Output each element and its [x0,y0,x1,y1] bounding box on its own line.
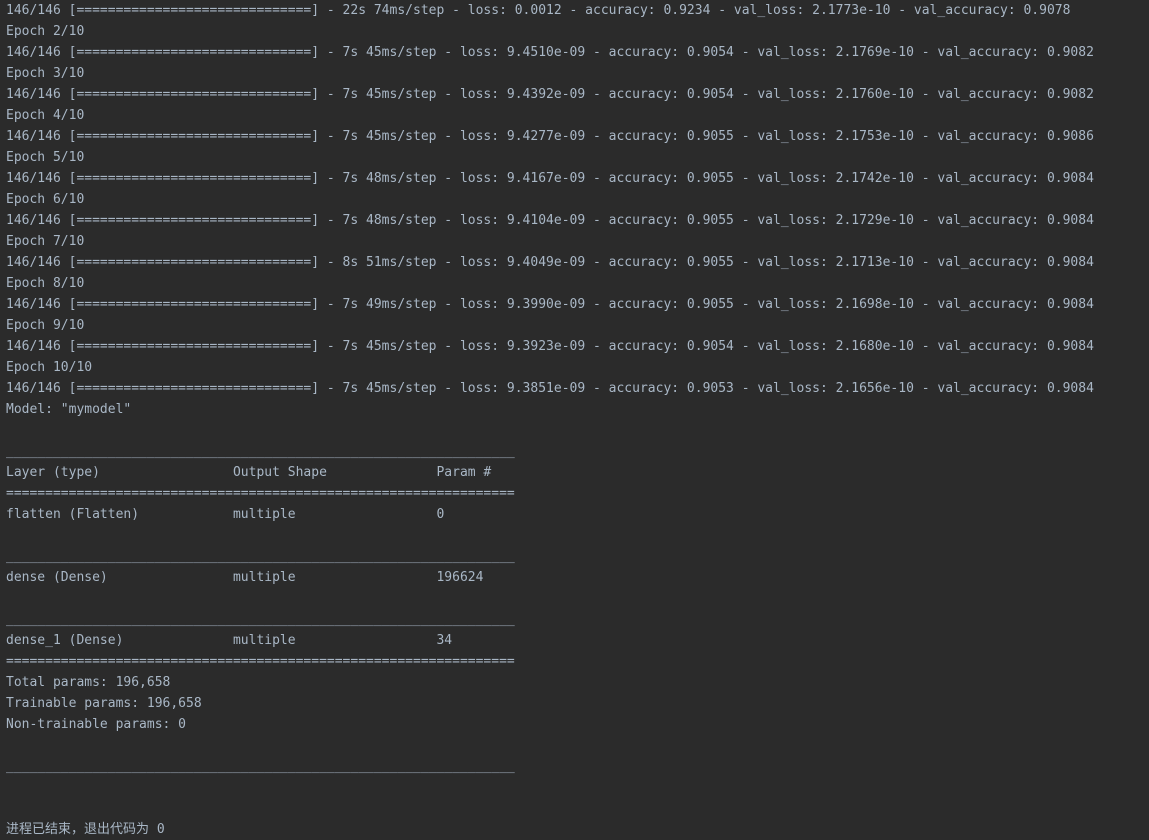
console-line: Epoch 10/10 [6,360,93,375]
console-line: 146/146 [==============================]… [6,129,1094,144]
console-line: Epoch 6/10 [6,192,85,207]
model-summary-title: Model: "mymodel" [6,402,132,417]
console-line: Epoch 3/10 [6,66,85,81]
process-exit-message: 进程已结束，退出代码为 0 [6,822,165,837]
summary-separator: ________________________________________… [6,444,515,459]
console-line: 146/146 [==============================]… [6,45,1094,60]
console-line: 146/146 [==============================]… [6,339,1094,354]
summary-separator: ========================================… [6,654,515,669]
summary-separator: ________________________________________… [6,759,515,774]
summary-row: dense_1 (Dense) multiple 34 [6,633,453,648]
console-line: Epoch 5/10 [6,150,85,165]
console-line: 146/146 [==============================]… [6,3,1071,18]
console-line: 146/146 [==============================]… [6,381,1094,396]
console-line: Epoch 7/10 [6,234,85,249]
console-line: 146/146 [==============================]… [6,213,1094,228]
console-line: Epoch 8/10 [6,276,85,291]
summary-header: Layer (type) Output Shape Param # [6,465,492,480]
trainable-params: Trainable params: 196,658 [6,696,202,711]
console-line: Epoch 4/10 [6,108,85,123]
summary-separator: ========================================… [6,486,515,501]
console-line: Epoch 2/10 [6,24,85,39]
summary-separator: ________________________________________… [6,612,515,627]
total-params: Total params: 196,658 [6,675,171,690]
console-line: 146/146 [==============================]… [6,87,1094,102]
console-line: 146/146 [==============================]… [6,171,1094,186]
console-output[interactable]: 146/146 [==============================]… [0,0,1149,837]
summary-separator: ________________________________________… [6,549,515,564]
summary-row: flatten (Flatten) multiple 0 [6,507,445,522]
console-line: 146/146 [==============================]… [6,255,1094,270]
console-line: Epoch 9/10 [6,318,85,333]
console-line: 146/146 [==============================]… [6,297,1094,312]
summary-row: dense (Dense) multiple 196624 [6,570,484,585]
